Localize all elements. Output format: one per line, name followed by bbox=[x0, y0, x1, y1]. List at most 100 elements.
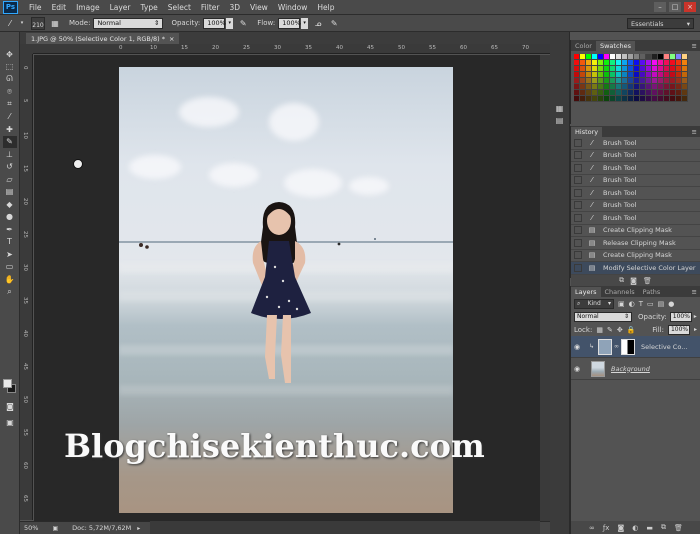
blur-tool-icon[interactable]: ◆ bbox=[3, 198, 17, 210]
horizontal-scrollbar[interactable] bbox=[150, 521, 540, 534]
lock-transparent-icon[interactable]: ▦ bbox=[596, 326, 603, 334]
lock-image-icon[interactable]: ✎ bbox=[607, 326, 613, 334]
type-tool-icon[interactable]: T bbox=[3, 236, 17, 248]
tab-channels[interactable]: Channels bbox=[601, 287, 639, 297]
vertical-scrollbar[interactable] bbox=[540, 55, 550, 521]
maximize-icon[interactable]: □ bbox=[669, 2, 681, 12]
history-item[interactable]: ▤ Modify Selective Color Layer bbox=[571, 262, 700, 275]
chevron-right-icon[interactable]: ▸ bbox=[137, 525, 140, 532]
layer-row-background[interactable]: ◉ Background bbox=[571, 358, 700, 380]
path-select-tool-icon[interactable]: ➤ bbox=[3, 248, 17, 260]
menu-3d[interactable]: 3D bbox=[224, 3, 245, 12]
layer-name[interactable]: Selective Co... bbox=[641, 343, 687, 351]
layer-row-selective-color[interactable]: ◉ ↳ ∞ Selective Co... bbox=[571, 336, 700, 358]
tab-color[interactable]: Color bbox=[571, 41, 596, 51]
history-item[interactable]: ▤ Release Clipping Mask bbox=[571, 237, 700, 250]
airbrush-icon[interactable]: ᓄ bbox=[312, 17, 324, 29]
history-item[interactable]: ⁄ Brush Tool bbox=[571, 212, 700, 225]
kind-filter-select[interactable]: ⌕ Kind ▾ bbox=[574, 298, 614, 309]
clone-stamp-tool-icon[interactable]: ⊥ bbox=[3, 148, 17, 160]
history-source-checkbox[interactable] bbox=[574, 151, 582, 160]
menu-help[interactable]: Help bbox=[312, 3, 339, 12]
history-source-checkbox[interactable] bbox=[574, 251, 582, 260]
healing-brush-tool-icon[interactable]: ✚ bbox=[3, 123, 17, 135]
history-item[interactable]: ▤ Create Clipping Mask bbox=[571, 249, 700, 262]
link-layers-icon[interactable]: ∞ bbox=[589, 524, 595, 532]
filter-pixel-icon[interactable]: ▣ bbox=[618, 300, 625, 308]
tab-layers[interactable]: Layers bbox=[571, 287, 601, 297]
foreground-color-swatch[interactable] bbox=[3, 379, 12, 388]
snapshot-icon[interactable]: ◙ bbox=[630, 277, 637, 285]
lock-position-icon[interactable]: ✥ bbox=[617, 326, 623, 334]
history-item[interactable]: ⁄ Brush Tool bbox=[571, 162, 700, 175]
crop-tool-icon[interactable]: ⌗ bbox=[3, 98, 17, 110]
panel-menu-icon[interactable]: ≡ bbox=[689, 42, 700, 51]
new-group-icon[interactable]: ▬ bbox=[646, 524, 653, 532]
properties-panel-icon[interactable]: ▤ bbox=[553, 115, 567, 127]
pressure-opacity-icon[interactable]: ✎ bbox=[237, 17, 249, 29]
history-item[interactable]: ⁄ Brush Tool bbox=[571, 199, 700, 212]
chevron-right-icon[interactable]: ▸ bbox=[694, 313, 697, 320]
dropdown-arrow-icon[interactable]: ▾ bbox=[301, 17, 309, 29]
blend-mode-select[interactable]: Normal ⇕ bbox=[574, 311, 632, 322]
quick-select-tool-icon[interactable]: ⌾ bbox=[3, 86, 17, 98]
history-source-checkbox[interactable] bbox=[574, 226, 582, 235]
color-swatch[interactable] bbox=[682, 96, 688, 102]
gradient-tool-icon[interactable]: ▤ bbox=[3, 186, 17, 198]
history-source-checkbox[interactable] bbox=[574, 176, 582, 185]
filter-smart-object-icon[interactable]: ▤ bbox=[658, 300, 665, 308]
background-layer-thumbnail[interactable] bbox=[591, 360, 605, 377]
panel-menu-icon[interactable]: ≡ bbox=[689, 288, 700, 297]
horizontal-ruler[interactable]: 01015202530354045505560657075 bbox=[33, 44, 550, 54]
document-tab[interactable]: 1.JPG @ 50% (Selective Color 1, RGB/8) *… bbox=[26, 33, 180, 44]
zoom-tool-icon[interactable]: ⌕ bbox=[3, 286, 17, 298]
history-source-checkbox[interactable] bbox=[574, 188, 582, 197]
dodge-tool-icon[interactable]: ● bbox=[3, 211, 17, 223]
brush-tool-icon[interactable]: ✎ bbox=[2, 135, 17, 148]
quick-mask-icon[interactable]: ◙ bbox=[3, 400, 17, 412]
new-document-from-state-icon[interactable]: ⧉ bbox=[619, 276, 624, 285]
history-panel-icon[interactable]: ▦ bbox=[553, 102, 567, 114]
history-item[interactable]: ⁄ Brush Tool bbox=[571, 149, 700, 162]
layer-name[interactable]: Background bbox=[611, 365, 650, 373]
filter-adjustment-icon[interactable]: ◐ bbox=[629, 300, 635, 308]
eye-icon[interactable]: ◉ bbox=[571, 343, 583, 351]
layer-opacity-field[interactable]: 100% bbox=[669, 311, 692, 322]
history-item[interactable]: ⁄ Brush Tool bbox=[571, 174, 700, 187]
history-source-checkbox[interactable] bbox=[574, 263, 582, 272]
history-source-checkbox[interactable] bbox=[574, 138, 582, 147]
opacity-field[interactable]: 100% bbox=[203, 17, 226, 29]
trash-icon[interactable]: 🗑 bbox=[643, 277, 652, 285]
new-adjustment-icon[interactable]: ◐ bbox=[632, 524, 638, 532]
eye-icon[interactable]: ◉ bbox=[571, 365, 583, 373]
hand-tool-icon[interactable]: ✋ bbox=[3, 273, 17, 285]
layer-style-icon[interactable]: ƒx bbox=[603, 524, 610, 532]
history-source-checkbox[interactable] bbox=[574, 163, 582, 172]
history-source-checkbox[interactable] bbox=[574, 201, 582, 210]
chevron-right-icon[interactable]: ▸ bbox=[694, 326, 697, 333]
menu-filter[interactable]: Filter bbox=[196, 3, 225, 12]
zoom-level[interactable]: 50% bbox=[24, 524, 38, 532]
screen-mode-icon[interactable]: ▣ bbox=[3, 416, 17, 428]
filter-type-icon[interactable]: T bbox=[639, 300, 643, 308]
chevron-down-icon[interactable]: ▾ bbox=[16, 17, 28, 29]
mode-select[interactable]: Normal ⇕ bbox=[93, 17, 164, 29]
trash-icon[interactable]: 🗑 bbox=[674, 524, 683, 532]
menu-edit[interactable]: Edit bbox=[47, 3, 72, 12]
lasso-tool-icon[interactable]: ᘏ bbox=[3, 73, 17, 85]
brush-size-picker[interactable]: 210 bbox=[31, 16, 45, 30]
filter-shape-icon[interactable]: ▭ bbox=[647, 300, 654, 308]
panel-menu-icon[interactable]: ≡ bbox=[689, 128, 700, 137]
history-brush-tool-icon[interactable]: ↺ bbox=[3, 161, 17, 173]
history-item[interactable]: ▤ Create Clipping Mask bbox=[571, 224, 700, 237]
new-layer-icon[interactable]: ⧉ bbox=[661, 523, 666, 532]
history-source-checkbox[interactable] bbox=[574, 238, 582, 247]
history-source-checkbox[interactable] bbox=[574, 213, 582, 222]
eraser-tool-icon[interactable]: ▱ bbox=[3, 173, 17, 185]
menu-view[interactable]: View bbox=[245, 3, 273, 12]
menu-window[interactable]: Window bbox=[273, 3, 313, 12]
flow-field[interactable]: 100% bbox=[278, 17, 301, 29]
close-icon[interactable]: × bbox=[684, 2, 696, 12]
pressure-size-icon[interactable]: ✎ bbox=[328, 17, 340, 29]
close-icon[interactable]: × bbox=[169, 35, 174, 43]
